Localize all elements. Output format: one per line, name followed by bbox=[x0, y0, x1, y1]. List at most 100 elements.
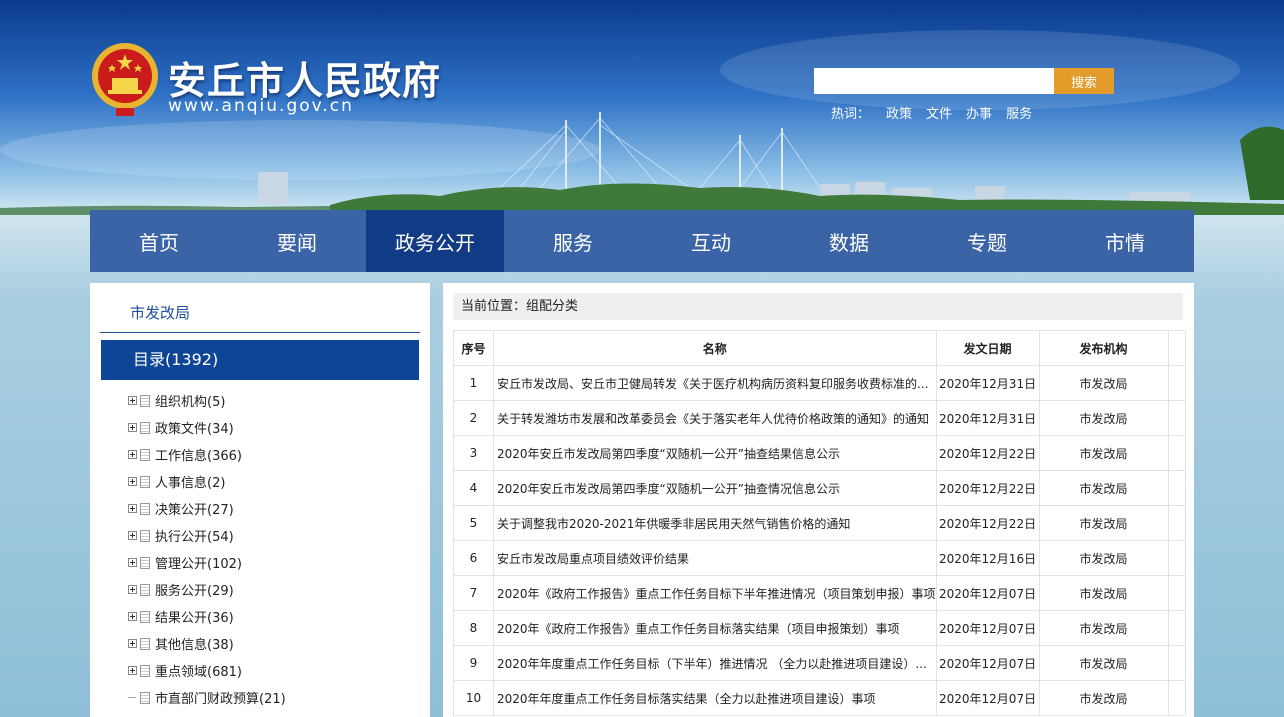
document-title-link[interactable]: 安丘市发改局重点项目绩效评价结果 bbox=[493, 540, 937, 576]
header-banner: 安丘市人民政府 www.anqiu.gov.cn 搜索 热词： 政策 文件 办事… bbox=[0, 0, 1284, 215]
row-spacer bbox=[1167, 540, 1186, 576]
row-number: 10 bbox=[453, 680, 494, 716]
nav-item-gov-affairs[interactable]: 政务公开 bbox=[366, 210, 504, 272]
table-row: 3 2020年安丘市发改局第四季度“双随机一公开”抽查结果信息公示 2020年12月… bbox=[453, 435, 1186, 471]
document-icon bbox=[140, 664, 150, 677]
expand-plus-icon[interactable] bbox=[128, 612, 137, 621]
tree-item[interactable]: 政策文件(34) bbox=[128, 414, 286, 441]
document-table: 序号 名称 发文日期 发布机构 1 安丘市发改局、安丘市卫健局转发《关于医疗机构病… bbox=[453, 330, 1186, 716]
hotword-link[interactable]: 文件 bbox=[926, 103, 952, 122]
tree-item-label: 其他信息(38) bbox=[155, 638, 234, 653]
nav-item-services[interactable]: 服务 bbox=[504, 210, 642, 272]
document-icon bbox=[140, 421, 150, 434]
publish-org: 市发改局 bbox=[1038, 435, 1169, 471]
expand-plus-icon[interactable] bbox=[128, 423, 137, 432]
publish-org: 市发改局 bbox=[1038, 575, 1169, 611]
expand-plus-icon[interactable] bbox=[128, 639, 137, 648]
hotwords-label: 热词： bbox=[831, 107, 871, 122]
hotword-link[interactable]: 办事 bbox=[966, 103, 992, 122]
tree-item[interactable]: 其他信息(38) bbox=[128, 630, 286, 657]
publish-org: 市发改局 bbox=[1038, 505, 1169, 541]
document-icon bbox=[140, 610, 150, 623]
row-spacer bbox=[1167, 400, 1186, 436]
row-spacer bbox=[1167, 435, 1186, 471]
table-row: 8 2020年《政府工作报告》重点工作任务目标落实结果（项目申报策划）事项 2020… bbox=[453, 610, 1186, 646]
table-row: 7 2020年《政府工作报告》重点工作任务目标下半年推进情况（项目策划申报）事项 2… bbox=[453, 575, 1186, 611]
search-button[interactable]: 搜索 bbox=[1054, 68, 1114, 94]
breadcrumb: 当前位置：组配分类 bbox=[453, 293, 1183, 320]
document-title-link[interactable]: 关于转发潍坊市发展和改革委员会《关于落实老年人优待价格政策的通知》的通知 bbox=[493, 400, 937, 436]
tree-item[interactable]: 人事信息(2) bbox=[128, 468, 286, 495]
row-spacer bbox=[1167, 645, 1186, 681]
tree-item[interactable]: 组织机构(5) bbox=[128, 387, 286, 414]
search-input[interactable] bbox=[814, 68, 1054, 94]
tree-item-label: 决策公开(27) bbox=[155, 503, 234, 518]
expand-plus-icon[interactable] bbox=[128, 450, 137, 459]
nav-item-home[interactable]: 首页 bbox=[90, 210, 228, 272]
row-number: 7 bbox=[453, 575, 494, 611]
row-number: 5 bbox=[453, 505, 494, 541]
expand-plus-icon[interactable] bbox=[128, 504, 137, 513]
tree-item[interactable]: 决策公开(27) bbox=[128, 495, 286, 522]
nav-item-news[interactable]: 要闻 bbox=[228, 210, 366, 272]
column-header-org: 发布机构 bbox=[1038, 330, 1169, 366]
hotword-link[interactable]: 服务 bbox=[1006, 103, 1032, 122]
document-title-link[interactable]: 2020年安丘市发改局第四季度“双随机一公开”抽查情况信息公示 bbox=[493, 470, 937, 506]
expand-plus-icon[interactable] bbox=[128, 477, 137, 486]
sidebar: 市发改局 目录(1392) 组织机构(5) 政策文件(34) 工作信息(366) 人事… bbox=[90, 283, 430, 717]
row-number: 3 bbox=[453, 435, 494, 471]
nav-item-interaction[interactable]: 互动 bbox=[642, 210, 780, 272]
row-number: 1 bbox=[453, 365, 494, 401]
tree-item[interactable]: 工作信息(366) bbox=[128, 441, 286, 468]
table-body: 1 安丘市发改局、安丘市卫健局转发《关于医疗机构病历资料复印服务收费标准的... 2… bbox=[453, 365, 1186, 716]
expand-plus-icon[interactable] bbox=[128, 666, 137, 675]
tree-item[interactable]: 市直部门财政预算(21) bbox=[128, 684, 286, 711]
column-header-no: 序号 bbox=[453, 330, 494, 366]
column-header-name: 名称 bbox=[493, 330, 937, 366]
document-title-link[interactable]: 2020年安丘市发改局第四季度“双随机一公开”抽查结果信息公示 bbox=[493, 435, 937, 471]
expand-plus-icon[interactable] bbox=[128, 558, 137, 567]
document-title-link[interactable]: 安丘市发改局、安丘市卫健局转发《关于医疗机构病历资料复印服务收费标准的... bbox=[493, 365, 937, 401]
publish-org: 市发改局 bbox=[1038, 645, 1169, 681]
expand-plus-icon[interactable] bbox=[128, 585, 137, 594]
tree-item-label: 政策文件(34) bbox=[155, 422, 234, 437]
document-icon bbox=[140, 448, 150, 461]
publish-date: 2020年12月22日 bbox=[935, 505, 1040, 541]
expand-plus-icon[interactable] bbox=[128, 531, 137, 540]
table-row: 5 关于调整我市2020-2021年供暖季非居民用天然气销售价格的通知 2020年1… bbox=[453, 505, 1186, 541]
tree-item[interactable]: 执行公开(54) bbox=[128, 522, 286, 549]
tree-item[interactable]: 服务公开(29) bbox=[128, 576, 286, 603]
catalog-header[interactable]: 目录(1392) bbox=[101, 340, 419, 380]
tree-item-label: 组织机构(5) bbox=[155, 395, 226, 410]
tree-item[interactable]: 重点领域(681) bbox=[128, 657, 286, 684]
publish-org: 市发改局 bbox=[1038, 400, 1169, 436]
document-icon bbox=[140, 691, 150, 704]
nav-item-city-info[interactable]: 市情 bbox=[1056, 210, 1194, 272]
table-row: 9 2020年年度重点工作任务目标（下半年）推进情况 （全力以赴推进项目建设）..… bbox=[453, 645, 1186, 681]
row-spacer bbox=[1167, 575, 1186, 611]
row-spacer bbox=[1167, 505, 1186, 541]
document-icon bbox=[140, 394, 150, 407]
department-title: 市发改局 bbox=[100, 295, 420, 333]
hotword-link[interactable]: 政策 bbox=[886, 103, 912, 122]
document-title-link[interactable]: 2020年年度重点工作任务目标（下半年）推进情况 （全力以赴推进项目建设）... bbox=[493, 645, 937, 681]
table-row: 6 安丘市发改局重点项目绩效评价结果 2020年12月16日 市发改局 bbox=[453, 540, 1186, 576]
publish-date: 2020年12月16日 bbox=[935, 540, 1040, 576]
tree-item[interactable]: 结果公开(36) bbox=[128, 603, 286, 630]
nav-item-data[interactable]: 数据 bbox=[780, 210, 918, 272]
document-title-link[interactable]: 关于调整我市2020-2021年供暖季非居民用天然气销售价格的通知 bbox=[493, 505, 937, 541]
table-header-row: 序号 名称 发文日期 发布机构 bbox=[453, 330, 1186, 366]
main-content: 当前位置：组配分类 序号 名称 发文日期 发布机构 1 安丘市发改局、安丘市卫健局… bbox=[443, 283, 1194, 717]
document-title-link[interactable]: 2020年《政府工作报告》重点工作任务目标落实结果（项目申报策划）事项 bbox=[493, 610, 937, 646]
expand-plus-icon[interactable] bbox=[128, 396, 137, 405]
nav-item-topics[interactable]: 专题 bbox=[918, 210, 1056, 272]
publish-org: 市发改局 bbox=[1038, 680, 1169, 716]
column-header-date: 发文日期 bbox=[935, 330, 1040, 366]
document-title-link[interactable]: 2020年年度重点工作任务目标落实结果（全力以赴推进项目建设）事项 bbox=[493, 680, 937, 716]
main-nav: 首页 要闻 政务公开 服务 互动 数据 专题 市情 bbox=[90, 210, 1194, 272]
table-row: 10 2020年年度重点工作任务目标落实结果（全力以赴推进项目建设）事项 2020年… bbox=[453, 680, 1186, 716]
tree-item-label: 结果公开(36) bbox=[155, 611, 234, 626]
document-title-link[interactable]: 2020年《政府工作报告》重点工作任务目标下半年推进情况（项目策划申报）事项 bbox=[493, 575, 937, 611]
tree-item[interactable]: 管理公开(102) bbox=[128, 549, 286, 576]
publish-org: 市发改局 bbox=[1038, 365, 1169, 401]
